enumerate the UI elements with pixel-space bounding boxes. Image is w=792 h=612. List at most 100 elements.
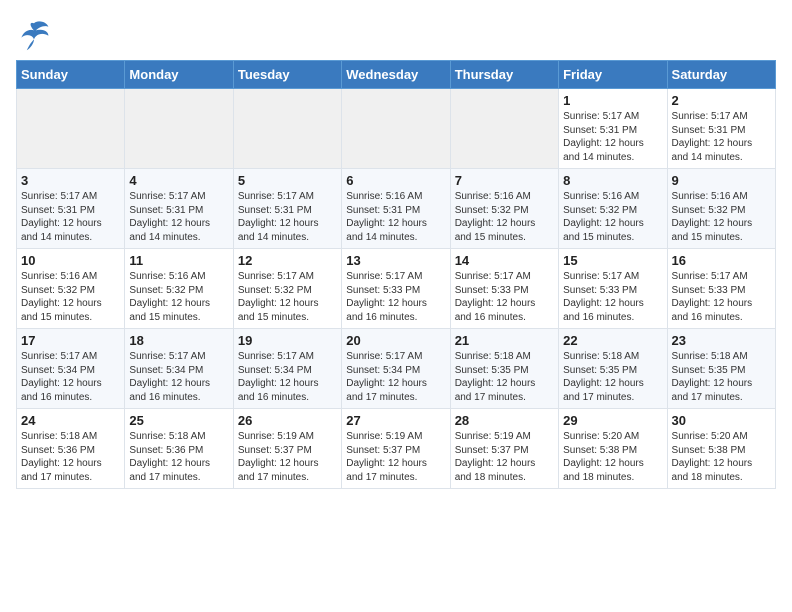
day-info: Sunrise: 5:17 AMSunset: 5:34 PMDaylight:… [21, 350, 120, 404]
day-number: 11 [129, 253, 228, 268]
weekday-header-tuesday: Tuesday [233, 61, 341, 89]
day-number: 22 [563, 333, 662, 348]
day-info: Sunrise: 5:17 AMSunset: 5:33 PMDaylight:… [455, 270, 554, 324]
day-info: Sunrise: 5:18 AMSunset: 5:36 PMDaylight:… [129, 430, 228, 484]
calendar-cell [17, 89, 125, 169]
day-number: 19 [238, 333, 337, 348]
calendar-cell [342, 89, 450, 169]
calendar-cell: 4 Sunrise: 5:17 AMSunset: 5:31 PMDaylight… [125, 169, 233, 249]
day-number: 26 [238, 413, 337, 428]
day-number: 29 [563, 413, 662, 428]
calendar-cell [125, 89, 233, 169]
calendar-cell: 17 Sunrise: 5:17 AMSunset: 5:34 PMDayligh… [17, 329, 125, 409]
calendar-cell: 29 Sunrise: 5:20 AMSunset: 5:38 PMDayligh… [559, 409, 667, 489]
calendar-cell: 9 Sunrise: 5:16 AMSunset: 5:32 PMDaylight… [667, 169, 775, 249]
calendar-cell: 28 Sunrise: 5:19 AMSunset: 5:37 PMDayligh… [450, 409, 558, 489]
weekday-header-sunday: Sunday [17, 61, 125, 89]
day-info: Sunrise: 5:16 AMSunset: 5:32 PMDaylight:… [455, 190, 554, 244]
day-info: Sunrise: 5:16 AMSunset: 5:31 PMDaylight:… [346, 190, 445, 244]
day-info: Sunrise: 5:16 AMSunset: 5:32 PMDaylight:… [21, 270, 120, 324]
calendar-cell: 22 Sunrise: 5:18 AMSunset: 5:35 PMDayligh… [559, 329, 667, 409]
logo-bird-icon [16, 16, 52, 52]
calendar-week-row: 10 Sunrise: 5:16 AMSunset: 5:32 PMDayligh… [17, 249, 776, 329]
calendar-cell: 26 Sunrise: 5:19 AMSunset: 5:37 PMDayligh… [233, 409, 341, 489]
calendar-cell: 30 Sunrise: 5:20 AMSunset: 5:38 PMDayligh… [667, 409, 775, 489]
day-info: Sunrise: 5:17 AMSunset: 5:33 PMDaylight:… [563, 270, 662, 324]
day-info: Sunrise: 5:17 AMSunset: 5:31 PMDaylight:… [563, 110, 662, 164]
day-info: Sunrise: 5:17 AMSunset: 5:34 PMDaylight:… [346, 350, 445, 404]
calendar-cell: 13 Sunrise: 5:17 AMSunset: 5:33 PMDayligh… [342, 249, 450, 329]
day-info: Sunrise: 5:17 AMSunset: 5:33 PMDaylight:… [672, 270, 771, 324]
day-number: 5 [238, 173, 337, 188]
day-info: Sunrise: 5:19 AMSunset: 5:37 PMDaylight:… [238, 430, 337, 484]
calendar-week-row: 3 Sunrise: 5:17 AMSunset: 5:31 PMDaylight… [17, 169, 776, 249]
day-info: Sunrise: 5:16 AMSunset: 5:32 PMDaylight:… [563, 190, 662, 244]
calendar-cell: 23 Sunrise: 5:18 AMSunset: 5:35 PMDayligh… [667, 329, 775, 409]
day-number: 23 [672, 333, 771, 348]
weekday-header-friday: Friday [559, 61, 667, 89]
calendar-cell: 16 Sunrise: 5:17 AMSunset: 5:33 PMDayligh… [667, 249, 775, 329]
day-number: 27 [346, 413, 445, 428]
calendar-cell: 27 Sunrise: 5:19 AMSunset: 5:37 PMDayligh… [342, 409, 450, 489]
weekday-header-monday: Monday [125, 61, 233, 89]
day-number: 25 [129, 413, 228, 428]
day-number: 6 [346, 173, 445, 188]
day-info: Sunrise: 5:17 AMSunset: 5:32 PMDaylight:… [238, 270, 337, 324]
day-number: 7 [455, 173, 554, 188]
day-number: 12 [238, 253, 337, 268]
day-info: Sunrise: 5:17 AMSunset: 5:31 PMDaylight:… [21, 190, 120, 244]
day-info: Sunrise: 5:17 AMSunset: 5:31 PMDaylight:… [238, 190, 337, 244]
calendar-cell: 5 Sunrise: 5:17 AMSunset: 5:31 PMDaylight… [233, 169, 341, 249]
day-info: Sunrise: 5:18 AMSunset: 5:36 PMDaylight:… [21, 430, 120, 484]
calendar-cell: 11 Sunrise: 5:16 AMSunset: 5:32 PMDayligh… [125, 249, 233, 329]
day-info: Sunrise: 5:20 AMSunset: 5:38 PMDaylight:… [563, 430, 662, 484]
weekday-header-saturday: Saturday [667, 61, 775, 89]
day-number: 14 [455, 253, 554, 268]
day-info: Sunrise: 5:20 AMSunset: 5:38 PMDaylight:… [672, 430, 771, 484]
calendar-table: SundayMondayTuesdayWednesdayThursdayFrid… [16, 60, 776, 489]
day-number: 10 [21, 253, 120, 268]
calendar-cell: 19 Sunrise: 5:17 AMSunset: 5:34 PMDayligh… [233, 329, 341, 409]
day-number: 1 [563, 93, 662, 108]
day-info: Sunrise: 5:17 AMSunset: 5:34 PMDaylight:… [238, 350, 337, 404]
day-info: Sunrise: 5:18 AMSunset: 5:35 PMDaylight:… [672, 350, 771, 404]
day-info: Sunrise: 5:17 AMSunset: 5:31 PMDaylight:… [672, 110, 771, 164]
day-info: Sunrise: 5:17 AMSunset: 5:33 PMDaylight:… [346, 270, 445, 324]
day-number: 4 [129, 173, 228, 188]
day-number: 18 [129, 333, 228, 348]
calendar-week-row: 24 Sunrise: 5:18 AMSunset: 5:36 PMDayligh… [17, 409, 776, 489]
calendar-cell: 18 Sunrise: 5:17 AMSunset: 5:34 PMDayligh… [125, 329, 233, 409]
day-number: 17 [21, 333, 120, 348]
calendar-cell [233, 89, 341, 169]
calendar-cell: 14 Sunrise: 5:17 AMSunset: 5:33 PMDayligh… [450, 249, 558, 329]
calendar-cell: 8Sunrise: 5:16 AMSunset: 5:32 PMDaylight… [559, 169, 667, 249]
day-number: 13 [346, 253, 445, 268]
day-number: 2 [672, 93, 771, 108]
calendar-cell: 1 Sunrise: 5:17 AMSunset: 5:31 PMDaylight… [559, 89, 667, 169]
day-number: 3 [21, 173, 120, 188]
calendar-cell: 24 Sunrise: 5:18 AMSunset: 5:36 PMDayligh… [17, 409, 125, 489]
day-info: Sunrise: 5:17 AMSunset: 5:34 PMDaylight:… [129, 350, 228, 404]
calendar-cell: 12 Sunrise: 5:17 AMSunset: 5:32 PMDayligh… [233, 249, 341, 329]
day-info: Sunrise: 5:19 AMSunset: 5:37 PMDaylight:… [455, 430, 554, 484]
day-info: Sunrise: 5:16 AMSunset: 5:32 PMDaylight:… [672, 190, 771, 244]
weekday-header-thursday: Thursday [450, 61, 558, 89]
logo [16, 16, 58, 52]
day-number: 9 [672, 173, 771, 188]
calendar-cell: 21Sunrise: 5:18 AMSunset: 5:35 PMDayligh… [450, 329, 558, 409]
calendar-week-row: 17 Sunrise: 5:17 AMSunset: 5:34 PMDayligh… [17, 329, 776, 409]
weekday-header-row: SundayMondayTuesdayWednesdayThursdayFrid… [17, 61, 776, 89]
day-number: 24 [21, 413, 120, 428]
day-info: Sunrise: 5:16 AMSunset: 5:32 PMDaylight:… [129, 270, 228, 324]
day-number: 21 [455, 333, 554, 348]
day-number: 30 [672, 413, 771, 428]
day-info: Sunrise: 5:19 AMSunset: 5:37 PMDaylight:… [346, 430, 445, 484]
header [16, 16, 776, 52]
calendar-cell: 3 Sunrise: 5:17 AMSunset: 5:31 PMDaylight… [17, 169, 125, 249]
day-info: Sunrise: 5:17 AMSunset: 5:31 PMDaylight:… [129, 190, 228, 244]
day-number: 16 [672, 253, 771, 268]
calendar-cell: 2 Sunrise: 5:17 AMSunset: 5:31 PMDaylight… [667, 89, 775, 169]
day-info: Sunrise: 5:18 AMSunset: 5:35 PMDaylight:… [563, 350, 662, 404]
day-number: 28 [455, 413, 554, 428]
calendar-cell: 20Sunrise: 5:17 AMSunset: 5:34 PMDayligh… [342, 329, 450, 409]
